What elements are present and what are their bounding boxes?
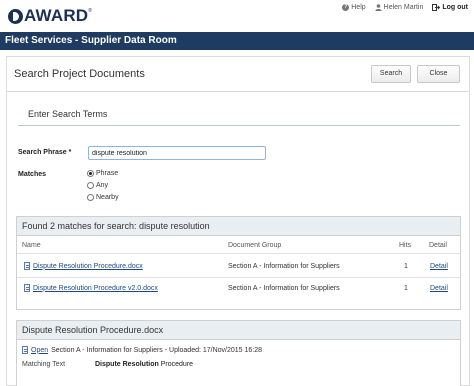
- matching-text-label: Matching Text: [22, 361, 66, 368]
- document-detail-header: Dispute Resolution Procedure.docx: [17, 321, 460, 340]
- radio-nearby-label: Nearby: [96, 194, 119, 201]
- col-hits: Hits: [399, 242, 412, 249]
- match-option-any[interactable]: Any: [87, 182, 108, 189]
- match-option-phrase[interactable]: Phrase: [87, 170, 118, 177]
- document-link[interactable]: Dispute Resolution Procedure.docx: [24, 262, 143, 270]
- match-option-nearby[interactable]: Nearby: [87, 194, 119, 201]
- hits-count: 1: [404, 285, 408, 292]
- logout-icon: [432, 4, 441, 11]
- matching-text-rest: Procedure: [158, 361, 194, 368]
- search-button[interactable]: Search: [371, 65, 411, 83]
- hits-count: 1: [404, 263, 408, 270]
- logout-label: Log out: [442, 4, 468, 11]
- document-link[interactable]: Dispute Resolution Procedure v2.0.docx: [24, 284, 158, 292]
- detail-link[interactable]: Detail: [430, 285, 448, 292]
- help-link[interactable]: ? Help: [342, 4, 366, 11]
- search-phrase-label: Search Phrase *: [18, 149, 72, 156]
- radio-any[interactable]: [87, 182, 94, 189]
- results-panel: Found 2 matches for search: dispute reso…: [16, 216, 461, 310]
- document-info: Section A - Information for Suppliers - …: [51, 346, 263, 354]
- top-bar: AWARD ® ? Help Helen Martin Log out: [0, 0, 474, 32]
- help-label: Help: [351, 4, 366, 11]
- document-name: Dispute Resolution Procedure.docx: [33, 262, 143, 270]
- search-phrase-input[interactable]: [88, 146, 266, 160]
- radio-phrase-label: Phrase: [96, 170, 119, 177]
- search-terms-title: Enter Search Terms: [28, 109, 108, 119]
- logo-trademark: ®: [88, 8, 92, 14]
- section-divider: [18, 125, 460, 126]
- matching-text-value: Dispute Resolution Procedure: [95, 361, 193, 368]
- detail-link[interactable]: Detail: [430, 263, 448, 270]
- results-header: Found 2 matches for search: dispute reso…: [17, 217, 460, 236]
- top-links: ? Help Helen Martin Log out: [342, 4, 468, 11]
- data-room-title: Fleet Services - Supplier Data Room: [0, 32, 474, 50]
- search-page: Search Project Documents Search Close En…: [6, 56, 470, 386]
- row-divider: [17, 253, 460, 254]
- matches-label: Matches: [18, 171, 47, 178]
- document-icon: [24, 262, 30, 270]
- help-icon: ?: [342, 4, 350, 11]
- close-button[interactable]: Close: [417, 65, 460, 83]
- document-detail-panel: Dispute Resolution Procedure.docx Open S…: [16, 320, 461, 386]
- award-logo: AWARD ®: [8, 6, 92, 25]
- logout-link[interactable]: Log out: [432, 4, 468, 11]
- radio-nearby[interactable]: [87, 194, 94, 201]
- user-icon: [374, 4, 382, 11]
- document-group: Section A - Information for Suppliers: [228, 263, 340, 270]
- radio-phrase[interactable]: [87, 170, 94, 177]
- search-terms-panel: Enter Search Terms Search Phrase * Match…: [18, 101, 460, 209]
- document-group: Section A - Information for Suppliers: [228, 285, 340, 292]
- matching-text-highlight: Dispute Resolution: [95, 361, 159, 368]
- user-name: Helen Martin: [383, 4, 424, 11]
- row-divider: [17, 277, 460, 278]
- user-menu[interactable]: Helen Martin: [374, 4, 424, 11]
- radio-any-label: Any: [96, 182, 109, 189]
- logo-text: AWARD: [24, 6, 89, 25]
- logo-mark-icon: [8, 8, 23, 24]
- document-info-row: Open Section A - Information for Supplie…: [22, 346, 262, 354]
- col-document-group: Document Group: [228, 242, 282, 249]
- page-divider: [7, 91, 469, 92]
- document-name: Dispute Resolution Procedure v2.0.docx: [33, 284, 158, 292]
- open-document-link[interactable]: Open: [31, 347, 48, 354]
- page-title: Search Project Documents: [14, 68, 145, 80]
- col-detail: Detail: [429, 242, 447, 249]
- document-icon: [24, 284, 30, 292]
- col-name: Name: [22, 242, 41, 249]
- document-icon: [22, 346, 28, 354]
